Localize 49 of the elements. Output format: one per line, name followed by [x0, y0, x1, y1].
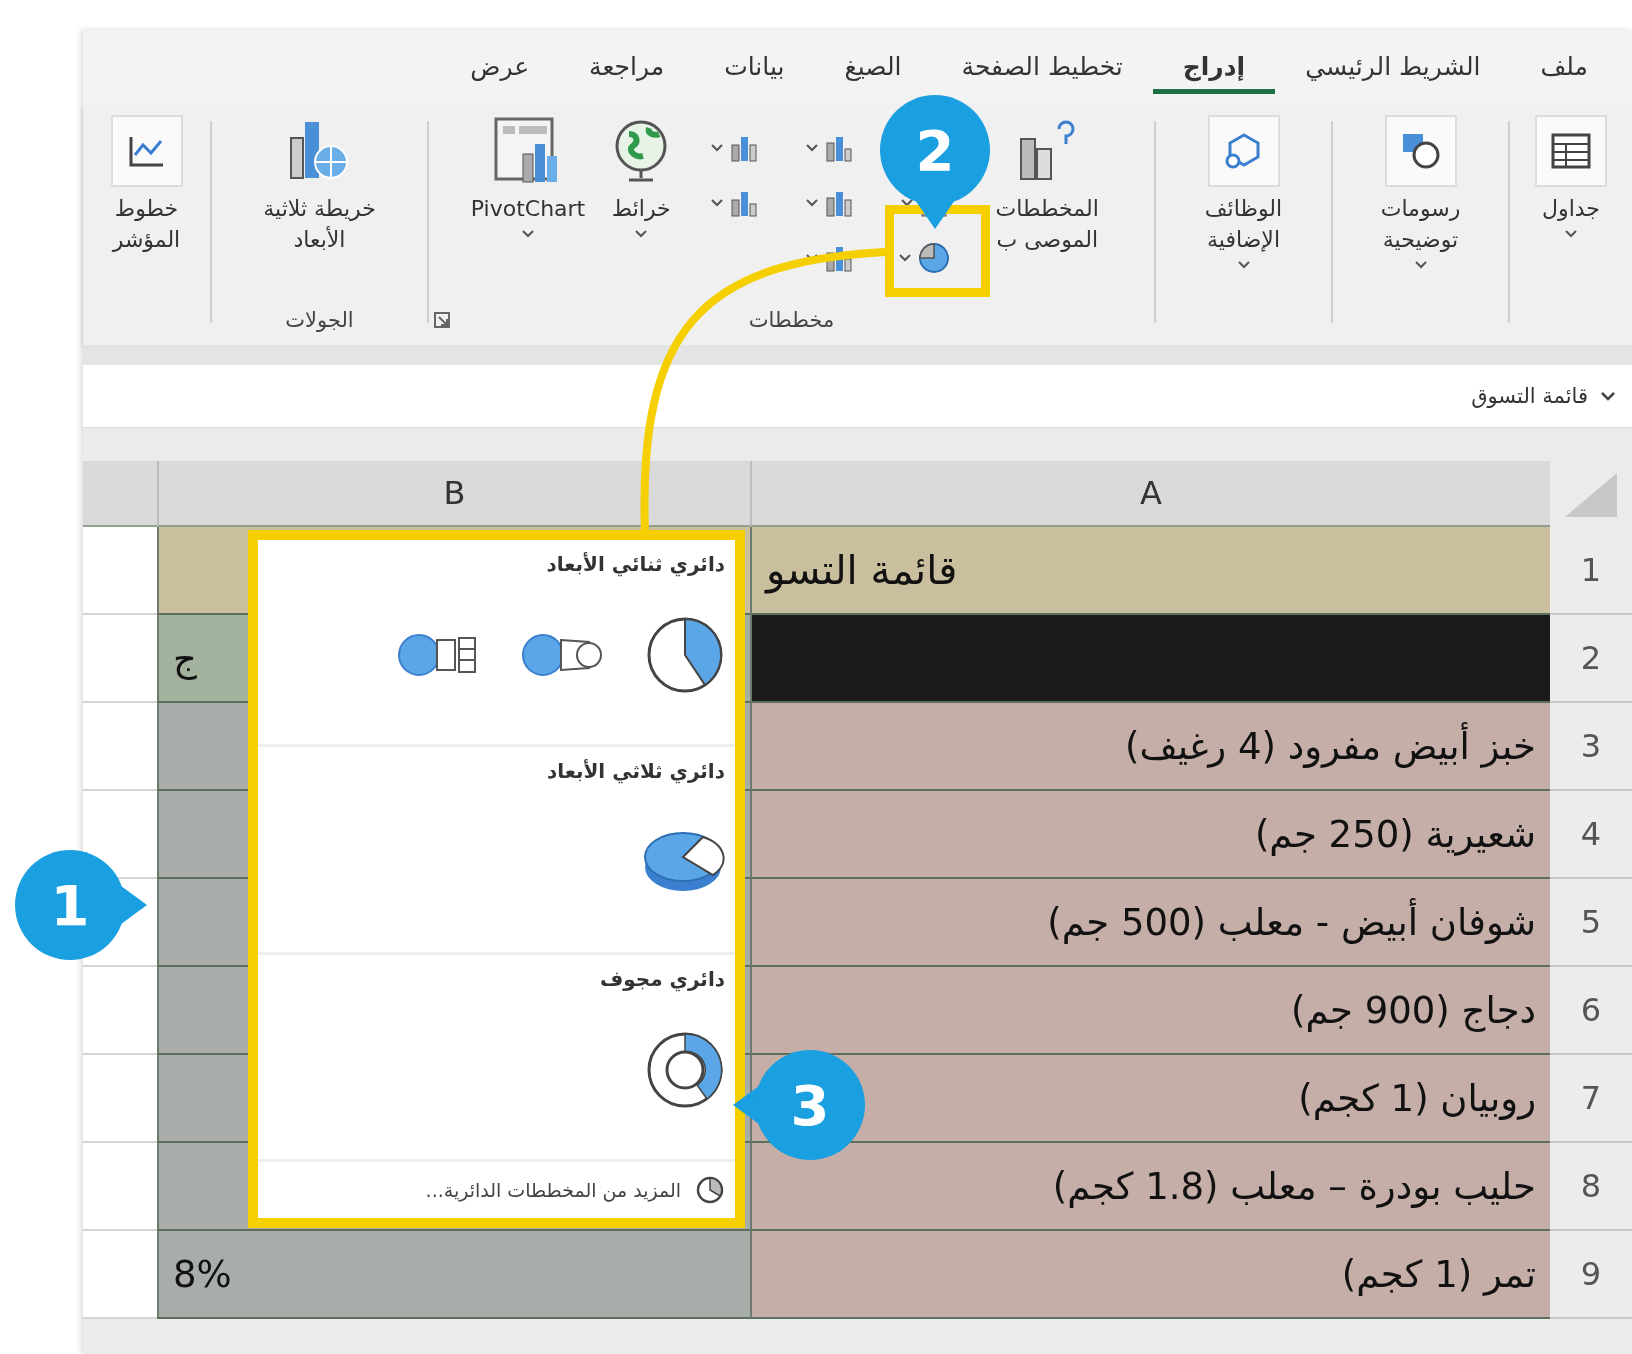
- ribbon-tab[interactable]: عرض: [440, 41, 560, 94]
- ribbon-button[interactable]: PivotChart: [460, 115, 596, 303]
- caret-icon: [898, 253, 911, 262]
- caret-icon: [1414, 261, 1427, 269]
- ribbon-button[interactable]: خريطة ثلاثية الأبعاد: [234, 115, 405, 303]
- caret-icon: [710, 198, 723, 207]
- column-header[interactable]: A: [750, 461, 1550, 527]
- caret-icon: [710, 143, 723, 152]
- section-title: دائري ثلاثي الأبعاد: [546, 759, 725, 784]
- table-cell: حليب بودرة – معلب (1.8 كجم): [750, 1143, 1550, 1231]
- ribbon-button[interactable]: خطوط المؤشر: [83, 115, 210, 303]
- caret-icon: [635, 230, 648, 238]
- section-title: دائري مجوف: [600, 966, 725, 991]
- caret-icon: [522, 230, 534, 238]
- ribbon-tab[interactable]: الصيغ: [814, 41, 932, 94]
- caret-icon: [1237, 261, 1250, 269]
- ribbon-tab[interactable]: ملف: [1510, 41, 1618, 94]
- ribbon-tab[interactable]: تخطيط الصفحة: [931, 41, 1153, 94]
- table-cell: شوفان أبيض - معلب (500 جم): [750, 879, 1550, 967]
- caret-icon: [1565, 230, 1577, 238]
- caret-icon[interactable]: [1600, 391, 1616, 401]
- table-cell: خبز أبيض مفرود (4 رغيف): [750, 703, 1550, 791]
- ribbon-button[interactable]: خرائط: [595, 115, 688, 303]
- ribbon-button[interactable]: الوظائف الإضافية: [1158, 115, 1329, 303]
- table-cell: تمر (1 كجم): [750, 1231, 1550, 1319]
- pie-chart-icon: [695, 1175, 725, 1205]
- caret-icon: [805, 198, 818, 207]
- ribbon-tab[interactable]: إدراج: [1152, 41, 1276, 94]
- table-icon: [1551, 133, 1591, 169]
- ribbon-button[interactable]: رسومات توضيحية: [1335, 115, 1506, 303]
- table-cell: قائمة التسو: [750, 527, 1550, 615]
- caret-icon: [900, 198, 913, 207]
- ribbon-tab[interactable]: الشريط الرئيسي: [1275, 41, 1511, 94]
- group-label: الجولات: [284, 307, 355, 334]
- table-cell: 8%: [157, 1231, 750, 1319]
- dialog-launcher-icon[interactable]: [433, 311, 451, 329]
- pie-chart-icon: [916, 240, 951, 275]
- name-box[interactable]: قائمة التسوق: [1471, 384, 1588, 408]
- more-charts-link[interactable]: المزيد من المخططات الدائرية...: [258, 1162, 735, 1218]
- ribbon-button[interactable]: جداول: [1525, 115, 1617, 303]
- ribbon-tab[interactable]: بيانات: [694, 41, 815, 94]
- section-title: دائري ثنائي الأبعاد: [546, 552, 725, 576]
- column-header[interactable]: B: [157, 461, 750, 527]
- table-cell: شعيرية (250 جم): [750, 791, 1550, 879]
- ribbon-tab[interactable]: مراجعة: [559, 41, 695, 94]
- caret-icon: [805, 143, 818, 152]
- group-label: مخططات: [748, 307, 835, 334]
- table-cell: دجاج (900 جم): [750, 967, 1550, 1055]
- callout-tooltip: 1: [15, 850, 147, 960]
